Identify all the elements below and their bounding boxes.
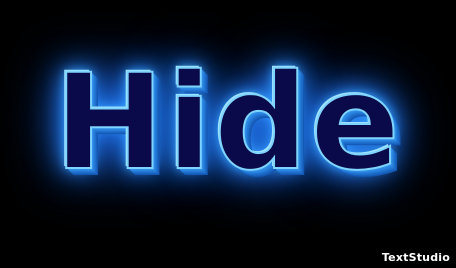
neon-word: Hide	[53, 46, 402, 200]
artwork-canvas: Hide TextStudio	[0, 0, 456, 268]
watermark-logo: TextStudio	[381, 251, 450, 264]
